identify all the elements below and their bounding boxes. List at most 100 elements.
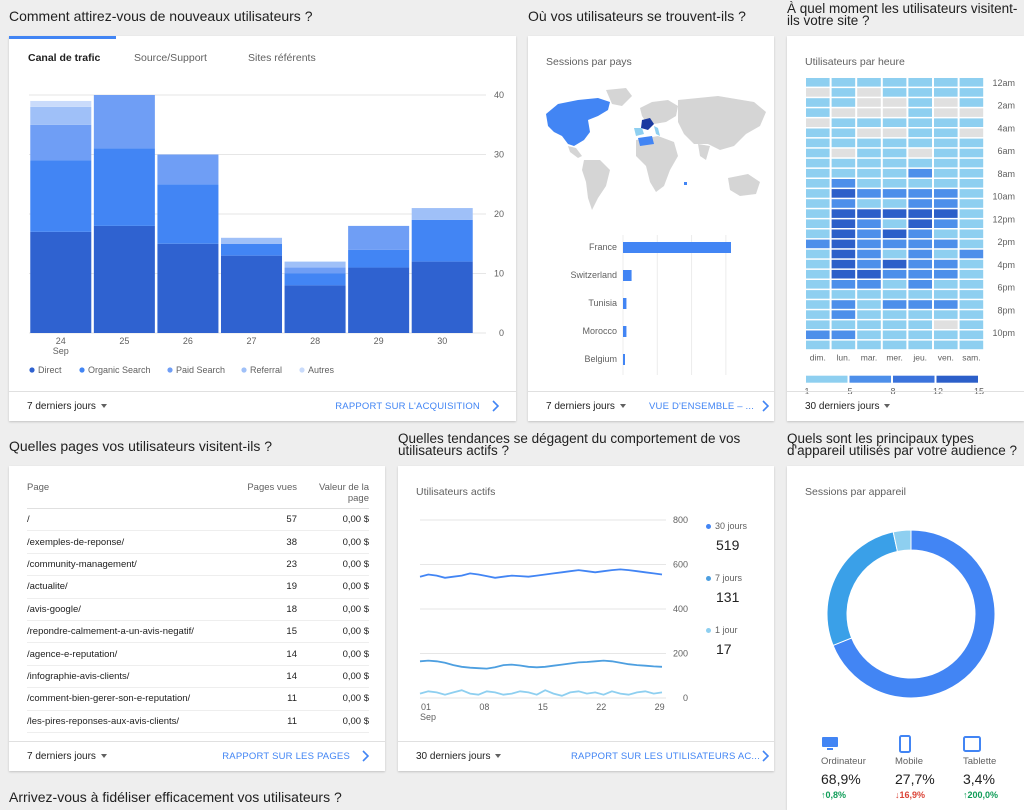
heat-cell [831,179,856,188]
heat-cell [908,158,932,168]
page-path[interactable]: /comment-bien-gerer-son-e-reputation/ [27,687,237,711]
acquisition-report-link[interactable]: RAPPORT SUR L'ACQUISITION [335,401,480,412]
day-label: mar. [861,353,878,363]
table-row[interactable]: /community-management/23 0,00 $ [27,553,369,577]
y-tick-label: 0 [499,328,504,338]
geo-overview-link[interactable]: VUE D'ENSEMBLE – ... [649,401,754,412]
trends-date-range-dropdown[interactable]: 30 derniers jours [416,751,502,762]
pages-date-range-dropdown[interactable]: 7 derniers jours [27,751,107,762]
active-users-chart: 800 600 400 200 0 01Sep 08 15 22 29 [419,515,688,722]
heat-cell [882,300,907,309]
page-path[interactable]: /exemples-de-reponse/ [27,530,237,554]
table-row[interactable]: /infographie-avis-clients/14 0,00 $ [27,665,369,689]
page-path[interactable]: /avis-google/ [27,598,237,621]
device-label: Ordinateur [821,756,866,767]
page-path[interactable]: /agence-e-reputation/ [27,642,237,666]
page-path[interactable]: /les-pires-reponses-aux-avis-clients/ [27,710,237,733]
map-asia [678,96,766,150]
day-label: jeu. [912,353,927,363]
pages-report-link[interactable]: RAPPORT SUR LES PAGES [222,751,350,762]
heat-cell [882,249,907,259]
hour-label: 12am [992,78,1015,88]
country-bar [623,354,625,365]
heat-cell [934,98,958,107]
date-range-dropdown[interactable]: 7 derniers jours [27,401,107,412]
heat-cell [934,108,958,117]
page-path[interactable]: /infographie-avis-clients/ [27,665,237,689]
heat-cell [831,108,856,117]
heat-cell [882,269,907,279]
heat-cell [908,269,932,279]
heat-cell [806,128,830,138]
geo-date-range-dropdown[interactable]: 7 derniers jours [546,401,626,412]
acquisition-card: Canal de trafic Source/Support Sites réf… [9,36,516,421]
page-path[interactable]: /repondre-calmement-a-un-avis-negatif/ [27,620,237,644]
table-row[interactable]: /les-pires-reponses-aux-avis-clients/11 0… [27,710,369,733]
map-central-america [568,146,582,158]
time-date-range-dropdown[interactable]: 30 derniers jours [805,401,891,412]
heat-cell [806,88,830,97]
country-label: Morocco [582,326,617,336]
trends-card: Utilisateurs actifs 800 600 400 200 0 01 Sep 08… [398,466,774,771]
x-tick-label: 26 [183,336,193,346]
tab-canal-de-trafic[interactable]: Canal de trafic [28,52,100,64]
page-path[interactable]: /actualite/ [27,575,237,599]
trends-subtitle: Utilisateurs actifs [416,486,496,498]
heat-cell [959,88,984,97]
heat-cell [908,219,932,228]
series-line [419,689,663,697]
table-row[interactable]: /avis-google/18 0,00 $ [27,598,369,621]
table-row[interactable]: /agence-e-reputation/14 0,00 $ [27,642,369,666]
table-row[interactable]: /exemples-de-reponse/38 0,00 $ [27,530,369,554]
chevron-right-icon[interactable] [490,400,500,412]
heat-cell [857,219,881,228]
time-date-range-label: 30 derniers jours [805,401,880,412]
heat-cell [934,158,958,168]
country-label: France [589,242,617,252]
table-row[interactable]: /57 0,00 $ [27,508,369,532]
bar-segment [30,106,92,125]
heat-cell [882,168,907,178]
heat-cell [934,78,958,87]
table-row[interactable]: /actualite/19 0,00 $ [27,575,369,599]
heat-cell [882,259,907,269]
active-users-report-link[interactable]: RAPPORT SUR LES UTILISATEURS AC... [571,751,760,762]
heat-cell [806,239,830,249]
heat-cell [959,259,984,269]
bar-segment [30,160,92,232]
heat-cell [934,330,958,340]
table-row[interactable]: /repondre-calmement-a-un-avis-negatif/15… [27,620,369,644]
table-row[interactable]: /comment-bien-gerer-son-e-reputation/11 0… [27,687,369,711]
page-value: 0,00 $ [309,553,369,577]
legend-dot [167,367,173,373]
caret-down-icon [619,404,626,409]
heat-cell [857,88,881,97]
page-path[interactable]: / [27,508,237,532]
page-path[interactable]: /community-management/ [27,553,237,577]
column-header-page: Page [27,482,237,509]
heat-cell [934,189,958,198]
tab-sites-referents[interactable]: Sites référents [248,52,316,64]
y-tick-label: 10 [494,269,504,279]
heat-cell [806,78,830,87]
page-value: 0,00 $ [309,710,369,733]
heat-cell [806,280,830,289]
y-tick-label: 30 [494,150,504,160]
mobile-icon [899,735,911,753]
heat-cell [959,320,984,329]
series-line [419,659,663,670]
heat-cell [806,340,830,350]
scale-segment [893,375,935,383]
heat-cell [831,340,856,350]
chevron-right-icon[interactable] [360,750,370,762]
page-views: 11 [237,687,309,711]
tab-source-support[interactable]: Source/Support [134,52,207,64]
legend-dot [706,628,711,634]
heat-cell [908,280,932,289]
bar-segment [30,124,92,161]
map-india [698,144,710,160]
device-share: 3,4% [963,771,995,787]
heat-cell [882,310,907,319]
chevron-right-icon[interactable] [760,750,770,762]
chevron-right-icon[interactable] [760,400,770,412]
